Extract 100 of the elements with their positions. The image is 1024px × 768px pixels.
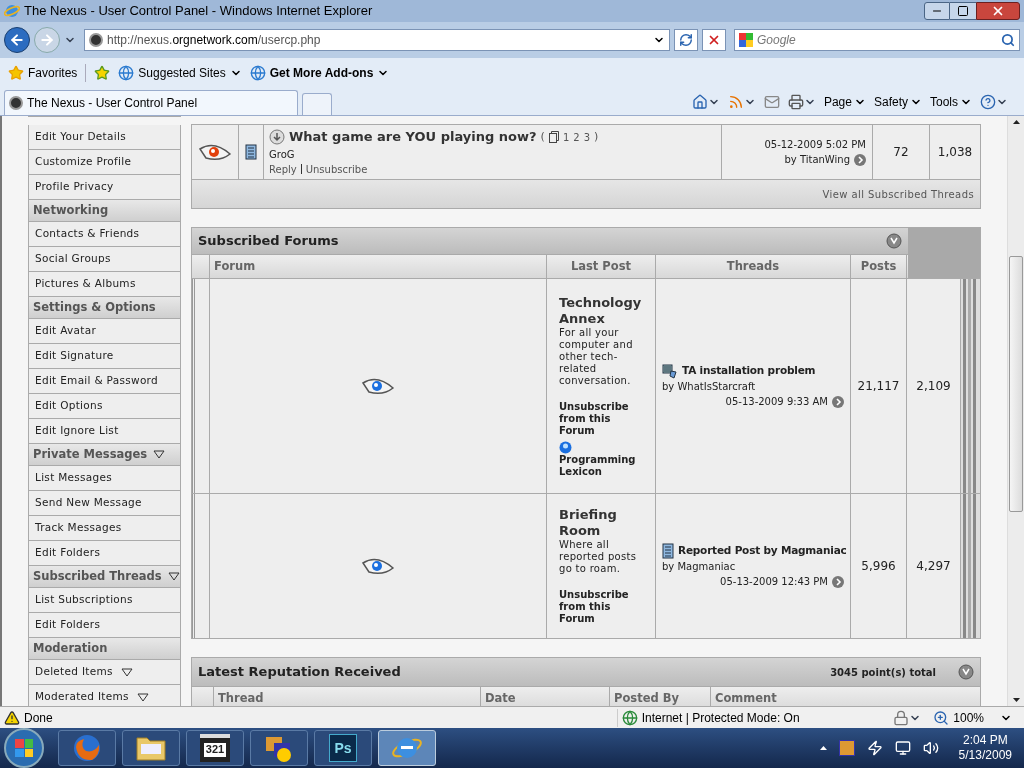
globe-icon (621, 709, 638, 726)
thread-title[interactable]: What game are YOU playing now? (289, 127, 537, 147)
mail-icon[interactable] (763, 94, 780, 110)
sidebar-link[interactable]: Deleted Items (28, 660, 181, 685)
sidebar-link[interactable]: Edit Options (28, 394, 181, 419)
last-post-title[interactable]: TA installation problem (682, 363, 816, 379)
last-post-title[interactable]: Reported Post by Magmaniac (678, 543, 847, 559)
tray-app-icon[interactable] (838, 740, 855, 756)
sidebar-link[interactable]: List Messages (28, 466, 181, 491)
thread-action-link[interactable]: Unsubscribe (305, 161, 368, 177)
volume-icon[interactable] (922, 740, 939, 756)
home-icon[interactable] (691, 94, 708, 110)
search-field[interactable]: Google (734, 29, 1020, 51)
unsubscribe-link[interactable]: Unsubscribe from this Forum (559, 589, 643, 625)
view-all-link[interactable]: View all Subscribed Threads (822, 186, 974, 202)
clock-date[interactable]: 5/13/2009 (958, 748, 1012, 763)
sidebar-link[interactable]: Edit Folders (28, 613, 181, 638)
sidebar-link[interactable]: Edit Your Details (28, 125, 181, 150)
sidebar-header[interactable]: Networking (28, 200, 181, 222)
taskbar-button[interactable] (122, 730, 180, 766)
lightning-icon[interactable] (866, 740, 883, 756)
sidebar-link[interactable]: Edit Email & Password (28, 369, 181, 394)
refresh-icon (679, 33, 693, 47)
sidebar-link[interactable]: Send New Message (28, 491, 181, 516)
site-icon (89, 33, 103, 47)
zoom-button[interactable]: 100% (933, 708, 1012, 727)
show-hidden-icons-icon[interactable] (819, 746, 827, 750)
thread-author: GroG (269, 147, 296, 162)
address-field[interactable]: http://nexus.orgnetwork.com/usercp.php (84, 29, 670, 51)
sidebar-header[interactable]: Settings & Options (28, 297, 181, 319)
print-icon[interactable] (787, 94, 804, 110)
sidebar-header[interactable]: Private Messages (28, 444, 181, 466)
collapse-icon[interactable] (886, 233, 902, 249)
sidebar-link[interactable]: Customize Profile (28, 150, 181, 175)
page-link[interactable]: 2 (573, 129, 580, 145)
sidebar-link[interactable]: Profile Privacy (28, 175, 181, 200)
sidebar-link[interactable]: List Subscriptions (28, 588, 181, 613)
lock-icon[interactable] (893, 709, 910, 726)
column-header: Last Post (547, 255, 656, 278)
sidebar-link[interactable]: Pictures & Albums (28, 272, 181, 297)
minimize-button[interactable] (924, 2, 950, 20)
taskbar-button[interactable]: Ps (314, 730, 372, 766)
clock-time[interactable]: 2:04 PM (962, 733, 1008, 748)
thread-action-link[interactable]: Reply (269, 161, 297, 177)
column-header: Forum (210, 255, 547, 278)
globe-icon (118, 65, 135, 81)
search-icon[interactable] (1001, 33, 1015, 47)
sidebar-link[interactable]: Social Groups (28, 247, 181, 272)
command-menu[interactable]: Safety (873, 93, 922, 111)
command-menu[interactable]: Page (823, 93, 866, 111)
refresh-button[interactable] (674, 29, 698, 51)
back-button[interactable] (4, 27, 30, 53)
command-menu[interactable]: Tools (930, 93, 972, 111)
close-button[interactable] (976, 2, 1020, 20)
unsubscribe-link[interactable]: Unsubscribe from this Forum (559, 400, 643, 437)
sidebar-link[interactable]: Moderated Items (28, 685, 181, 706)
collapse-icon[interactable] (958, 664, 974, 680)
start-button[interactable] (4, 728, 44, 768)
favorites-link[interactable]: Suggested Sites (118, 64, 242, 82)
stop-button[interactable] (702, 29, 726, 51)
subforum-link[interactable]: Programming Lexicon (559, 453, 643, 478)
browser-tab[interactable]: The Nexus - User Control Panel (4, 90, 298, 115)
sidebar-link[interactable]: Contacts & Friends (28, 222, 181, 247)
favorites-link[interactable]: Get More Add-ons (249, 64, 390, 82)
network-icon[interactable] (894, 740, 911, 756)
download-icon (269, 129, 285, 145)
scroll-down-icon[interactable] (1012, 698, 1020, 702)
page-link[interactable]: 1 (562, 129, 570, 145)
scrollbar-thumb[interactable] (1009, 256, 1023, 512)
sidebar-link[interactable]: Edit Ignore List (28, 419, 181, 444)
thread-count: 5,996 (861, 558, 896, 575)
sidebar-header[interactable]: Subscribed Threads (28, 566, 181, 588)
taskbar-button[interactable] (250, 730, 308, 766)
last-post-author[interactable]: by WhatIsStarcraft (662, 379, 844, 394)
taskbar-button[interactable]: 321 (186, 730, 244, 766)
firefox-icon (72, 733, 102, 763)
scroll-up-icon[interactable] (1012, 120, 1020, 124)
forum-title[interactable]: Technology Annex (559, 294, 643, 327)
scrollbar[interactable] (1007, 116, 1024, 706)
forum-description: For all your computer and other tech-related conversation. (559, 326, 634, 387)
maximize-button[interactable] (950, 2, 976, 20)
sidebar-link[interactable]: Edit Signature (28, 344, 181, 369)
reputation-total: 3045 point(s) total (830, 665, 936, 680)
forum-description: Where all reported posts go to roam. (559, 539, 638, 575)
help-icon[interactable] (980, 94, 996, 110)
last-post-author[interactable]: by Magmaniac (662, 559, 844, 574)
forum-title[interactable]: Briefing Room (559, 507, 643, 539)
last-post-author[interactable]: by TitanWing (784, 152, 850, 167)
add-favorite-icon[interactable] (94, 65, 111, 81)
sidebar-link[interactable]: Track Messages (28, 516, 181, 541)
page-link[interactable]: 3 (583, 129, 590, 145)
favorites-button[interactable]: Favorites (8, 64, 87, 82)
star-icon (8, 65, 24, 81)
search-input[interactable]: Google (757, 31, 997, 49)
feed-icon[interactable] (727, 94, 744, 110)
sidebar-link[interactable]: Edit Avatar (28, 319, 181, 344)
window-title: The Nexus - User Control Panel - Windows Internet Explorer (24, 2, 373, 21)
pages-bracket: ) (594, 128, 599, 145)
sidebar-header[interactable]: Moderation (28, 638, 181, 660)
sidebar-link[interactable]: Edit Folders (28, 541, 181, 566)
